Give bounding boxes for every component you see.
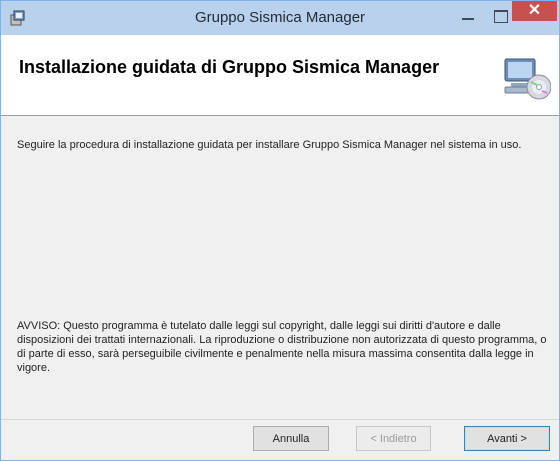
maximize-button[interactable] <box>489 6 513 26</box>
wizard-header: Installazione guidata di Gruppo Sismica … <box>1 35 559 116</box>
back-button[interactable]: < Indietro <box>356 426 431 451</box>
installer-window: Gruppo Sismica Manager ✕ Installazione g… <box>0 0 560 461</box>
cancel-button[interactable]: Annulla <box>253 426 329 451</box>
footer-divider <box>1 419 559 420</box>
computer-cd-icon <box>504 58 551 100</box>
minimize-button[interactable] <box>456 6 480 26</box>
title-bar[interactable]: Gruppo Sismica Manager ✕ <box>1 1 559 35</box>
close-button[interactable]: ✕ <box>512 1 557 21</box>
copyright-warning: AVVISO: Questo programma è tutelato dall… <box>17 320 547 374</box>
next-button[interactable]: Avanti > <box>464 426 550 451</box>
wizard-title: Installazione guidata di Gruppo Sismica … <box>19 57 440 77</box>
wizard-content: Seguire la procedura di installazione gu… <box>1 116 559 421</box>
intro-text: Seguire la procedura di installazione gu… <box>17 139 522 151</box>
